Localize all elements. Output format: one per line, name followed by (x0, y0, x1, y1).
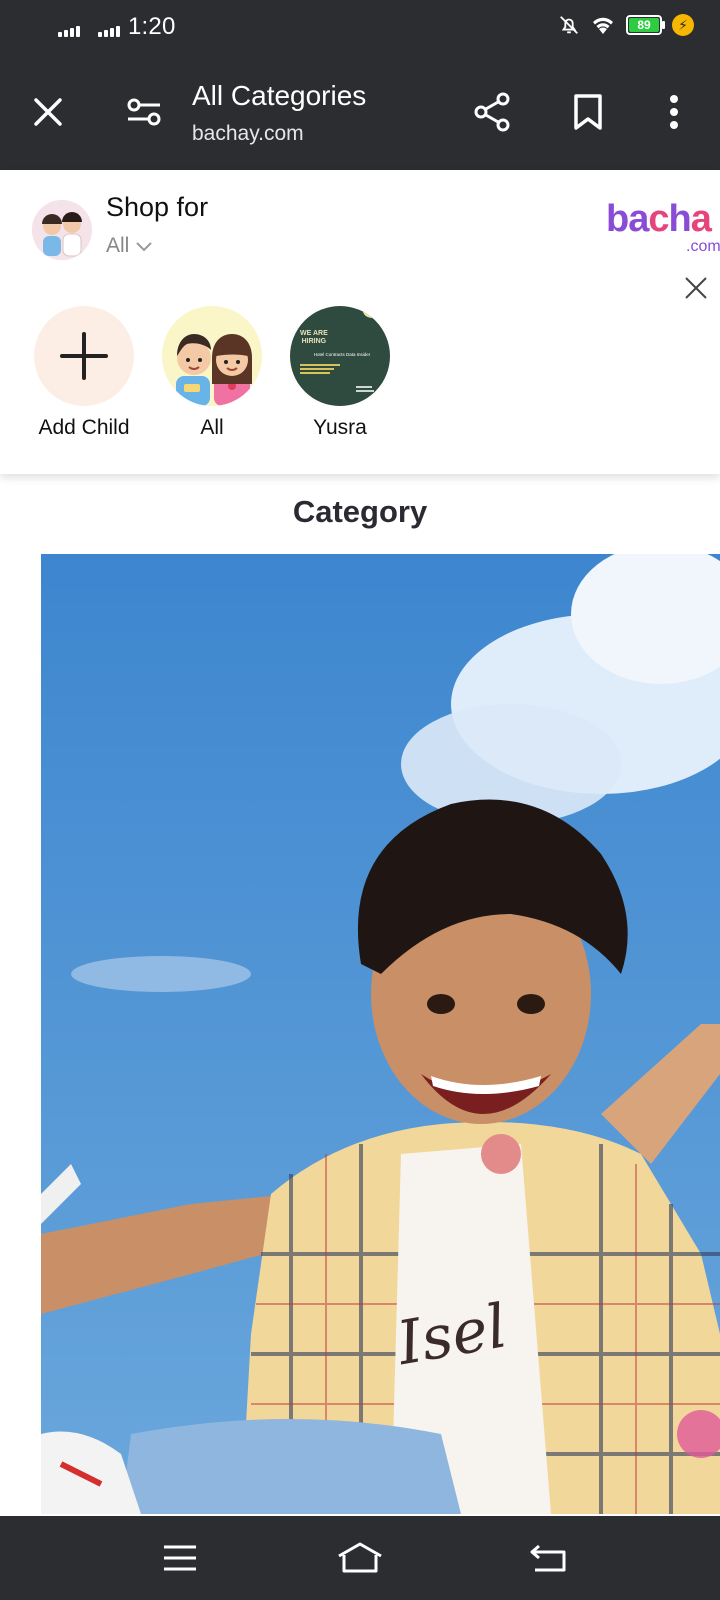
brand-logo-text: bacha (606, 198, 712, 240)
poster-line-1: WE ARE (300, 330, 328, 337)
add-child-circle (34, 306, 134, 406)
charging-icon: ⚡ (672, 14, 694, 36)
back-button[interactable] (520, 1530, 576, 1586)
menu-icon (164, 1545, 196, 1571)
shop-for-dropdown[interactable]: All (106, 234, 153, 258)
page-title: All Categories (192, 80, 367, 111)
close-tab-button[interactable] (20, 84, 76, 140)
hiring-poster-avatar: WE ARE HIRING Hotel Contracts Data Insid… (290, 306, 390, 406)
child-label: All (200, 416, 224, 439)
shop-for-title: Shop for (106, 192, 209, 222)
poster-line-2: HIRING (301, 338, 327, 345)
shop-for-panel: Shop for All bacha .com Add Child All WE… (0, 170, 720, 474)
page-url[interactable]: bachay.com (192, 122, 304, 146)
back-icon (530, 1544, 566, 1572)
signal-icon (58, 26, 80, 37)
mute-icon (560, 16, 578, 34)
home-button[interactable] (332, 1530, 388, 1586)
status-bar: 1:20 89 ⚡ (0, 0, 720, 56)
category-banner-image[interactable]: Isel (41, 554, 720, 1514)
shop-for-selected: All (106, 234, 130, 257)
brand-logo-suffix: .com (686, 238, 720, 255)
close-panel-button[interactable] (680, 272, 712, 304)
signal-icon (98, 26, 120, 37)
close-icon (685, 277, 707, 299)
battery-icon: 89 (626, 15, 665, 35)
brand-logo[interactable]: bacha .com (600, 198, 720, 258)
page-settings-icon (127, 98, 161, 126)
kids-avatar (162, 306, 262, 406)
recents-button[interactable] (152, 1530, 208, 1586)
child-all[interactable]: All (157, 306, 267, 440)
share-button[interactable] (464, 84, 520, 140)
plus-icon (60, 332, 108, 380)
status-time: 1:20 (128, 13, 176, 40)
share-icon (474, 92, 510, 132)
avatar[interactable] (32, 200, 92, 260)
bookmark-button[interactable] (560, 84, 616, 140)
more-vert-icon (670, 95, 678, 129)
more-options-button[interactable] (646, 84, 702, 140)
browser-toolbar: All Categories bachay.com (0, 56, 720, 170)
category-title: Category (292, 494, 428, 529)
child-add[interactable]: Add Child (29, 306, 139, 440)
home-icon (338, 1542, 382, 1573)
system-nav-bar (0, 1516, 720, 1600)
bookmark-icon (574, 94, 602, 130)
wifi-icon (593, 17, 613, 34)
child-label: Yusra (313, 416, 367, 439)
chevron-down-icon (136, 242, 153, 252)
child-yusra[interactable]: WE ARE HIRING Hotel Contracts Data Insid… (285, 306, 395, 440)
page-settings-button[interactable] (116, 84, 172, 140)
poster-line-3: Hotel Contracts Data Insider (313, 352, 371, 357)
child-label: Add Child (38, 416, 130, 439)
close-icon (34, 98, 62, 126)
